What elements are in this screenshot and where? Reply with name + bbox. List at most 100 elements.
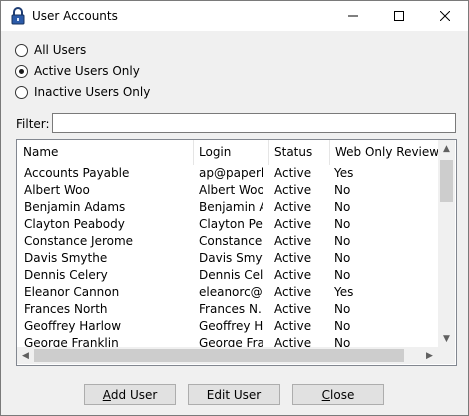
radio-all-users-label: All Users — [34, 43, 87, 57]
close-label: lose — [330, 387, 355, 402]
cell-login: Frances N... — [199, 302, 263, 316]
filter-label: Filter: — [16, 117, 50, 131]
cell-status: Active — [274, 183, 312, 197]
cell-name: Davis Smythe — [24, 251, 108, 265]
cell-name: Albert Woo — [24, 183, 90, 197]
cell-status: Active — [274, 268, 312, 282]
cell-login: ap@paperl... — [199, 166, 263, 180]
cell-status: Active — [274, 302, 312, 316]
table-row[interactable]: George Franklin George Fra... Active No — [17, 335, 438, 347]
minimize-button[interactable] — [330, 1, 376, 31]
cell-web-only-reviewer: No — [334, 319, 351, 333]
cell-name: Geoffrey Harlow — [24, 319, 122, 333]
cell-name: Accounts Payable — [24, 166, 130, 180]
title-bar[interactable]: User Accounts — [1, 1, 468, 31]
close-mnemonic: C — [321, 387, 331, 402]
cell-status: Active — [274, 251, 312, 265]
cell-status: Active — [274, 336, 312, 347]
cell-login: Constance ... — [199, 234, 263, 248]
cell-login: Benjamin A... — [199, 200, 263, 214]
radio-button-inactive[interactable] — [15, 85, 28, 99]
cell-web-only-reviewer: Yes — [334, 285, 354, 299]
cell-web-only-reviewer: No — [334, 234, 351, 248]
table-row[interactable]: Benjamin Adams Benjamin A... Active No — [17, 199, 438, 216]
cell-web-only-reviewer: No — [334, 336, 351, 347]
column-header-web-only-reviewer[interactable]: Web Only Reviewer — [329, 140, 456, 165]
table-row[interactable]: Eleanor Cannon eleanorc@... Active Yes — [17, 284, 438, 301]
add-user-mnemonic: A — [102, 387, 111, 402]
radio-active-users-label: Active Users Only — [34, 64, 140, 78]
column-header-login[interactable]: Login — [193, 140, 268, 165]
horizontal-scrollbar[interactable]: ◀ ▶ — [17, 347, 438, 364]
list-rows: Accounts Payable ap@paperl... Active Yes Alb… — [17, 165, 438, 347]
window-title: User Accounts — [32, 9, 118, 23]
maximize-icon — [394, 11, 404, 21]
scroll-right-icon[interactable]: ▶ — [421, 347, 438, 364]
cell-login: eleanorc@... — [199, 285, 263, 299]
add-user-button[interactable]: Add User — [84, 384, 176, 405]
cell-web-only-reviewer: Yes — [334, 166, 354, 180]
cell-status: Active — [274, 217, 312, 231]
cell-name: Frances North — [24, 302, 108, 316]
vertical-scrollbar[interactable]: ▲ ▼ — [438, 140, 455, 347]
users-list[interactable]: Name Login Status Web Only Reviewer Acco… — [16, 139, 457, 366]
cell-name: Clayton Peabody — [24, 217, 125, 231]
lock-icon — [11, 7, 25, 25]
cell-login: Geoffrey H... — [199, 319, 263, 333]
cell-name: George Franklin — [24, 336, 119, 347]
cell-web-only-reviewer: No — [334, 302, 351, 316]
edit-user-label: Edit User — [206, 387, 262, 402]
cell-status: Active — [274, 200, 312, 214]
cell-status: Active — [274, 166, 312, 180]
cell-web-only-reviewer: No — [334, 183, 351, 197]
scroll-up-icon[interactable]: ▲ — [438, 140, 455, 157]
cell-login: Albert Woo — [199, 183, 263, 197]
cell-login: Davis Smyt... — [199, 251, 263, 265]
table-row[interactable]: Geoffrey Harlow Geoffrey H... Active No — [17, 318, 438, 335]
scroll-down-icon[interactable]: ▼ — [438, 330, 455, 347]
edit-user-button[interactable]: Edit User — [188, 384, 280, 405]
cell-web-only-reviewer: No — [334, 268, 351, 282]
column-header-status[interactable]: Status — [268, 140, 329, 165]
table-row[interactable]: Clayton Peabody Clayton Pe... Active No — [17, 216, 438, 233]
cell-status: Active — [274, 285, 312, 299]
cell-name: Eleanor Cannon — [24, 285, 120, 299]
table-row[interactable]: Davis Smythe Davis Smyt... Active No — [17, 250, 438, 267]
radio-inactive-users[interactable]: Inactive Users Only — [15, 85, 150, 99]
cell-login: Clayton Pe... — [199, 217, 263, 231]
table-row[interactable]: Albert Woo Albert Woo Active No — [17, 182, 438, 199]
cell-name: Dennis Celery — [24, 268, 108, 282]
close-button[interactable]: Close — [292, 384, 384, 405]
table-row[interactable]: Constance Jerome Constance ... Active No — [17, 233, 438, 250]
user-accounts-window: User Accounts All Users Active Users Onl… — [0, 0, 469, 416]
table-row[interactable]: Dennis Celery Dennis Cel... Active No — [17, 267, 438, 284]
horizontal-scroll-thumb[interactable] — [34, 349, 404, 362]
cell-login: Dennis Cel... — [199, 268, 263, 282]
filter-input[interactable] — [52, 113, 456, 133]
close-icon — [440, 11, 450, 21]
cell-name: Constance Jerome — [24, 234, 134, 248]
table-row[interactable]: Frances North Frances N... Active No — [17, 301, 438, 318]
minimize-icon — [348, 15, 358, 17]
list-header: Name Login Status Web Only Reviewer — [17, 140, 456, 165]
column-header-name[interactable]: Name — [17, 140, 193, 165]
radio-button-all[interactable] — [15, 43, 28, 57]
scrollbar-corner — [438, 347, 455, 364]
cell-status: Active — [274, 319, 312, 333]
cell-web-only-reviewer: No — [334, 251, 351, 265]
radio-button-active[interactable] — [15, 64, 28, 78]
radio-inactive-users-label: Inactive Users Only — [34, 85, 151, 99]
cell-web-only-reviewer: No — [334, 217, 351, 231]
cell-status: Active — [274, 234, 312, 248]
table-row[interactable]: Accounts Payable ap@paperl... Active Yes — [17, 165, 438, 182]
maximize-button[interactable] — [376, 1, 422, 31]
vertical-scroll-thumb[interactable] — [440, 160, 453, 202]
radio-all-users[interactable]: All Users — [15, 43, 86, 57]
cell-web-only-reviewer: No — [334, 200, 351, 214]
radio-active-users[interactable]: Active Users Only — [15, 64, 140, 78]
close-window-button[interactable] — [422, 1, 468, 31]
cell-name: Benjamin Adams — [24, 200, 126, 214]
add-user-label: dd User — [110, 387, 158, 402]
cell-login: George Fra... — [199, 336, 263, 347]
scroll-left-icon[interactable]: ◀ — [17, 347, 34, 364]
